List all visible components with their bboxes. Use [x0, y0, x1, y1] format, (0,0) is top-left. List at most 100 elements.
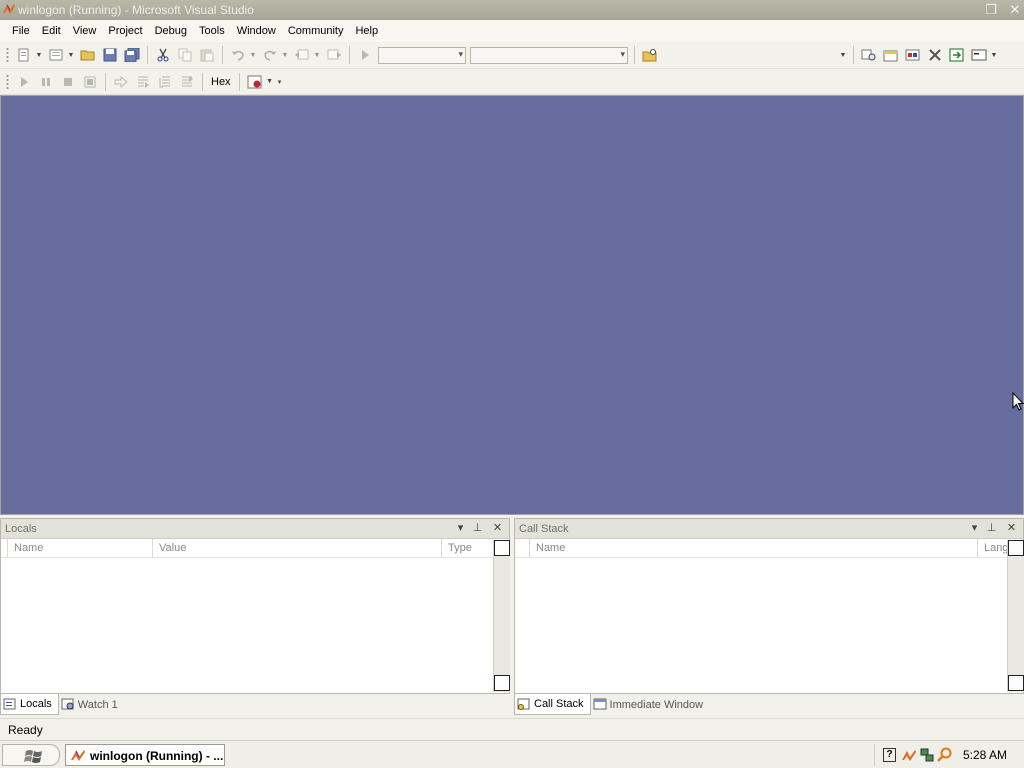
scroll-up-button[interactable] [1008, 540, 1024, 556]
hexadecimal-display-button[interactable]: Hex [207, 73, 235, 91]
call-stack-vertical-scrollbar[interactable] [1007, 540, 1024, 692]
menu-help[interactable]: Help [349, 20, 384, 42]
navigate-forward-icon[interactable] [325, 46, 343, 64]
network-icon[interactable] [919, 747, 935, 763]
menu-project[interactable]: Project [102, 20, 148, 42]
search-icon[interactable] [937, 747, 953, 763]
start-button[interactable] [2, 744, 60, 766]
clock: 5:28 AM [963, 748, 1008, 762]
scroll-up-button[interactable] [494, 540, 510, 556]
tab-watch-1[interactable]: Watch 1 [59, 694, 124, 715]
help-icon[interactable]: ? [883, 748, 896, 762]
add-item-dropdown[interactable]: ▼ [67, 46, 75, 64]
menu-community[interactable]: Community [282, 20, 350, 42]
menu-window[interactable]: Window [231, 20, 282, 42]
locals-vertical-scrollbar[interactable] [493, 540, 510, 692]
copy-icon[interactable] [176, 46, 194, 64]
show-next-statement-icon[interactable] [112, 73, 130, 91]
redo-dropdown[interactable]: ▼ [281, 46, 289, 64]
column-language[interactable]: Lang [977, 539, 1007, 557]
tab-call-stack[interactable]: Call Stack [514, 694, 591, 715]
menu-debug[interactable]: Debug [149, 20, 193, 42]
taskbar-button-winlogon[interactable]: winlogon (Running) - ... [65, 744, 225, 766]
panel-dropdown-icon[interactable]: ▾ [968, 522, 981, 535]
standard-toolbar: ▼ ▼ ▼ ▼ ▼ ▼ ▼ [0, 42, 1024, 69]
scroll-down-button[interactable] [494, 675, 510, 691]
close-icon[interactable]: ✕ [1005, 522, 1018, 535]
tab-immediate-window[interactable]: Immediate Window [591, 694, 710, 715]
find-in-files-icon[interactable] [641, 46, 659, 64]
undo-dropdown[interactable]: ▼ [249, 46, 257, 64]
navigate-backward-dropdown[interactable]: ▼ [313, 46, 321, 64]
toolbar-grip[interactable] [6, 47, 9, 63]
toolbar-separator [147, 46, 148, 64]
undo-icon[interactable] [229, 46, 247, 64]
menu-tools[interactable]: Tools [193, 20, 231, 42]
menu-file[interactable]: File [6, 20, 36, 42]
close-icon[interactable]: ✕ [491, 522, 504, 535]
toolbox-icon[interactable] [926, 46, 944, 64]
step-out-icon[interactable] [178, 73, 196, 91]
call-stack-window-icon [517, 698, 530, 710]
new-project-dropdown[interactable]: ▼ [35, 46, 43, 64]
immediate-window-icon [593, 698, 607, 710]
visual-studio-tray-icon[interactable] [901, 748, 917, 762]
pin-icon[interactable]: ⊥ [985, 522, 998, 535]
command-window-icon[interactable] [970, 46, 988, 64]
menu-edit[interactable]: Edit [36, 20, 67, 42]
pin-icon[interactable]: ⊥ [471, 522, 484, 535]
start-debugging-icon[interactable] [356, 46, 374, 64]
breakpoints-dropdown[interactable]: ▼ [266, 73, 274, 91]
cut-icon[interactable] [154, 46, 172, 64]
redo-icon[interactable] [261, 46, 279, 64]
continue-icon[interactable] [15, 73, 33, 91]
start-page-icon[interactable] [948, 46, 966, 64]
add-item-icon[interactable] [47, 46, 65, 64]
step-over-icon[interactable] [156, 73, 174, 91]
open-folder-icon[interactable] [79, 46, 97, 64]
column-name[interactable]: Name [7, 539, 152, 558]
save-icon[interactable] [101, 46, 119, 64]
stop-debugging-icon[interactable] [59, 73, 77, 91]
save-all-icon[interactable] [123, 46, 141, 64]
toolbar-separator [105, 72, 106, 91]
toolbar-options-dropdown[interactable]: ▼ [990, 46, 998, 64]
taskbar-button-label: winlogon (Running) - ... [90, 749, 224, 763]
breakpoints-window-icon[interactable] [246, 73, 264, 91]
step-into-icon[interactable] [134, 73, 152, 91]
tab-locals[interactable]: Locals [0, 694, 59, 715]
toolbar-separator [202, 72, 203, 91]
properties-window-icon[interactable] [882, 46, 900, 64]
paste-icon[interactable] [198, 46, 216, 64]
new-project-icon[interactable] [15, 46, 33, 64]
tab-call-stack-label: Call Stack [534, 698, 584, 710]
call-stack-column-header: Name Lang [515, 539, 1007, 558]
restart-icon[interactable] [81, 73, 99, 91]
menu-bar: File Edit View Project Debug Tools Windo… [0, 20, 1024, 42]
column-name[interactable]: Name [529, 539, 977, 557]
debug-toolbar-options-dropdown[interactable]: ▾ [276, 73, 284, 91]
restore-button[interactable]: ❐ [984, 3, 998, 17]
solution-explorer-icon[interactable] [860, 46, 878, 64]
tab-immediate-window-label: Immediate Window [609, 698, 704, 711]
find-combo-dropdown[interactable]: ▼ [839, 46, 847, 64]
navigate-backward-icon[interactable] [293, 46, 311, 64]
solution-configuration-combo[interactable] [378, 46, 466, 64]
call-stack-panel-header[interactable]: Call Stack ▾ ⊥ ✕ [515, 519, 1023, 539]
close-button[interactable]: ✕ [1008, 3, 1022, 17]
object-browser-icon[interactable] [904, 46, 922, 64]
watch-window-icon [61, 698, 74, 710]
toolbar-separator [349, 46, 350, 64]
locals-tab-strip: Locals Watch 1 [0, 694, 510, 718]
locals-panel: Locals ▾ ⊥ ✕ Name Value Type [0, 518, 510, 694]
locals-panel-header[interactable]: Locals ▾ ⊥ ✕ [1, 519, 509, 539]
column-value[interactable]: Value [152, 539, 441, 558]
break-all-icon[interactable] [37, 73, 55, 91]
scroll-down-button[interactable] [1008, 675, 1024, 691]
solution-platform-combo[interactable] [470, 46, 628, 64]
column-type[interactable]: Type [441, 539, 493, 558]
menu-view[interactable]: View [67, 20, 103, 42]
toolbar-grip[interactable] [6, 73, 9, 90]
panel-dropdown-icon[interactable]: ▾ [454, 522, 467, 535]
toolbar-separator [238, 72, 240, 91]
